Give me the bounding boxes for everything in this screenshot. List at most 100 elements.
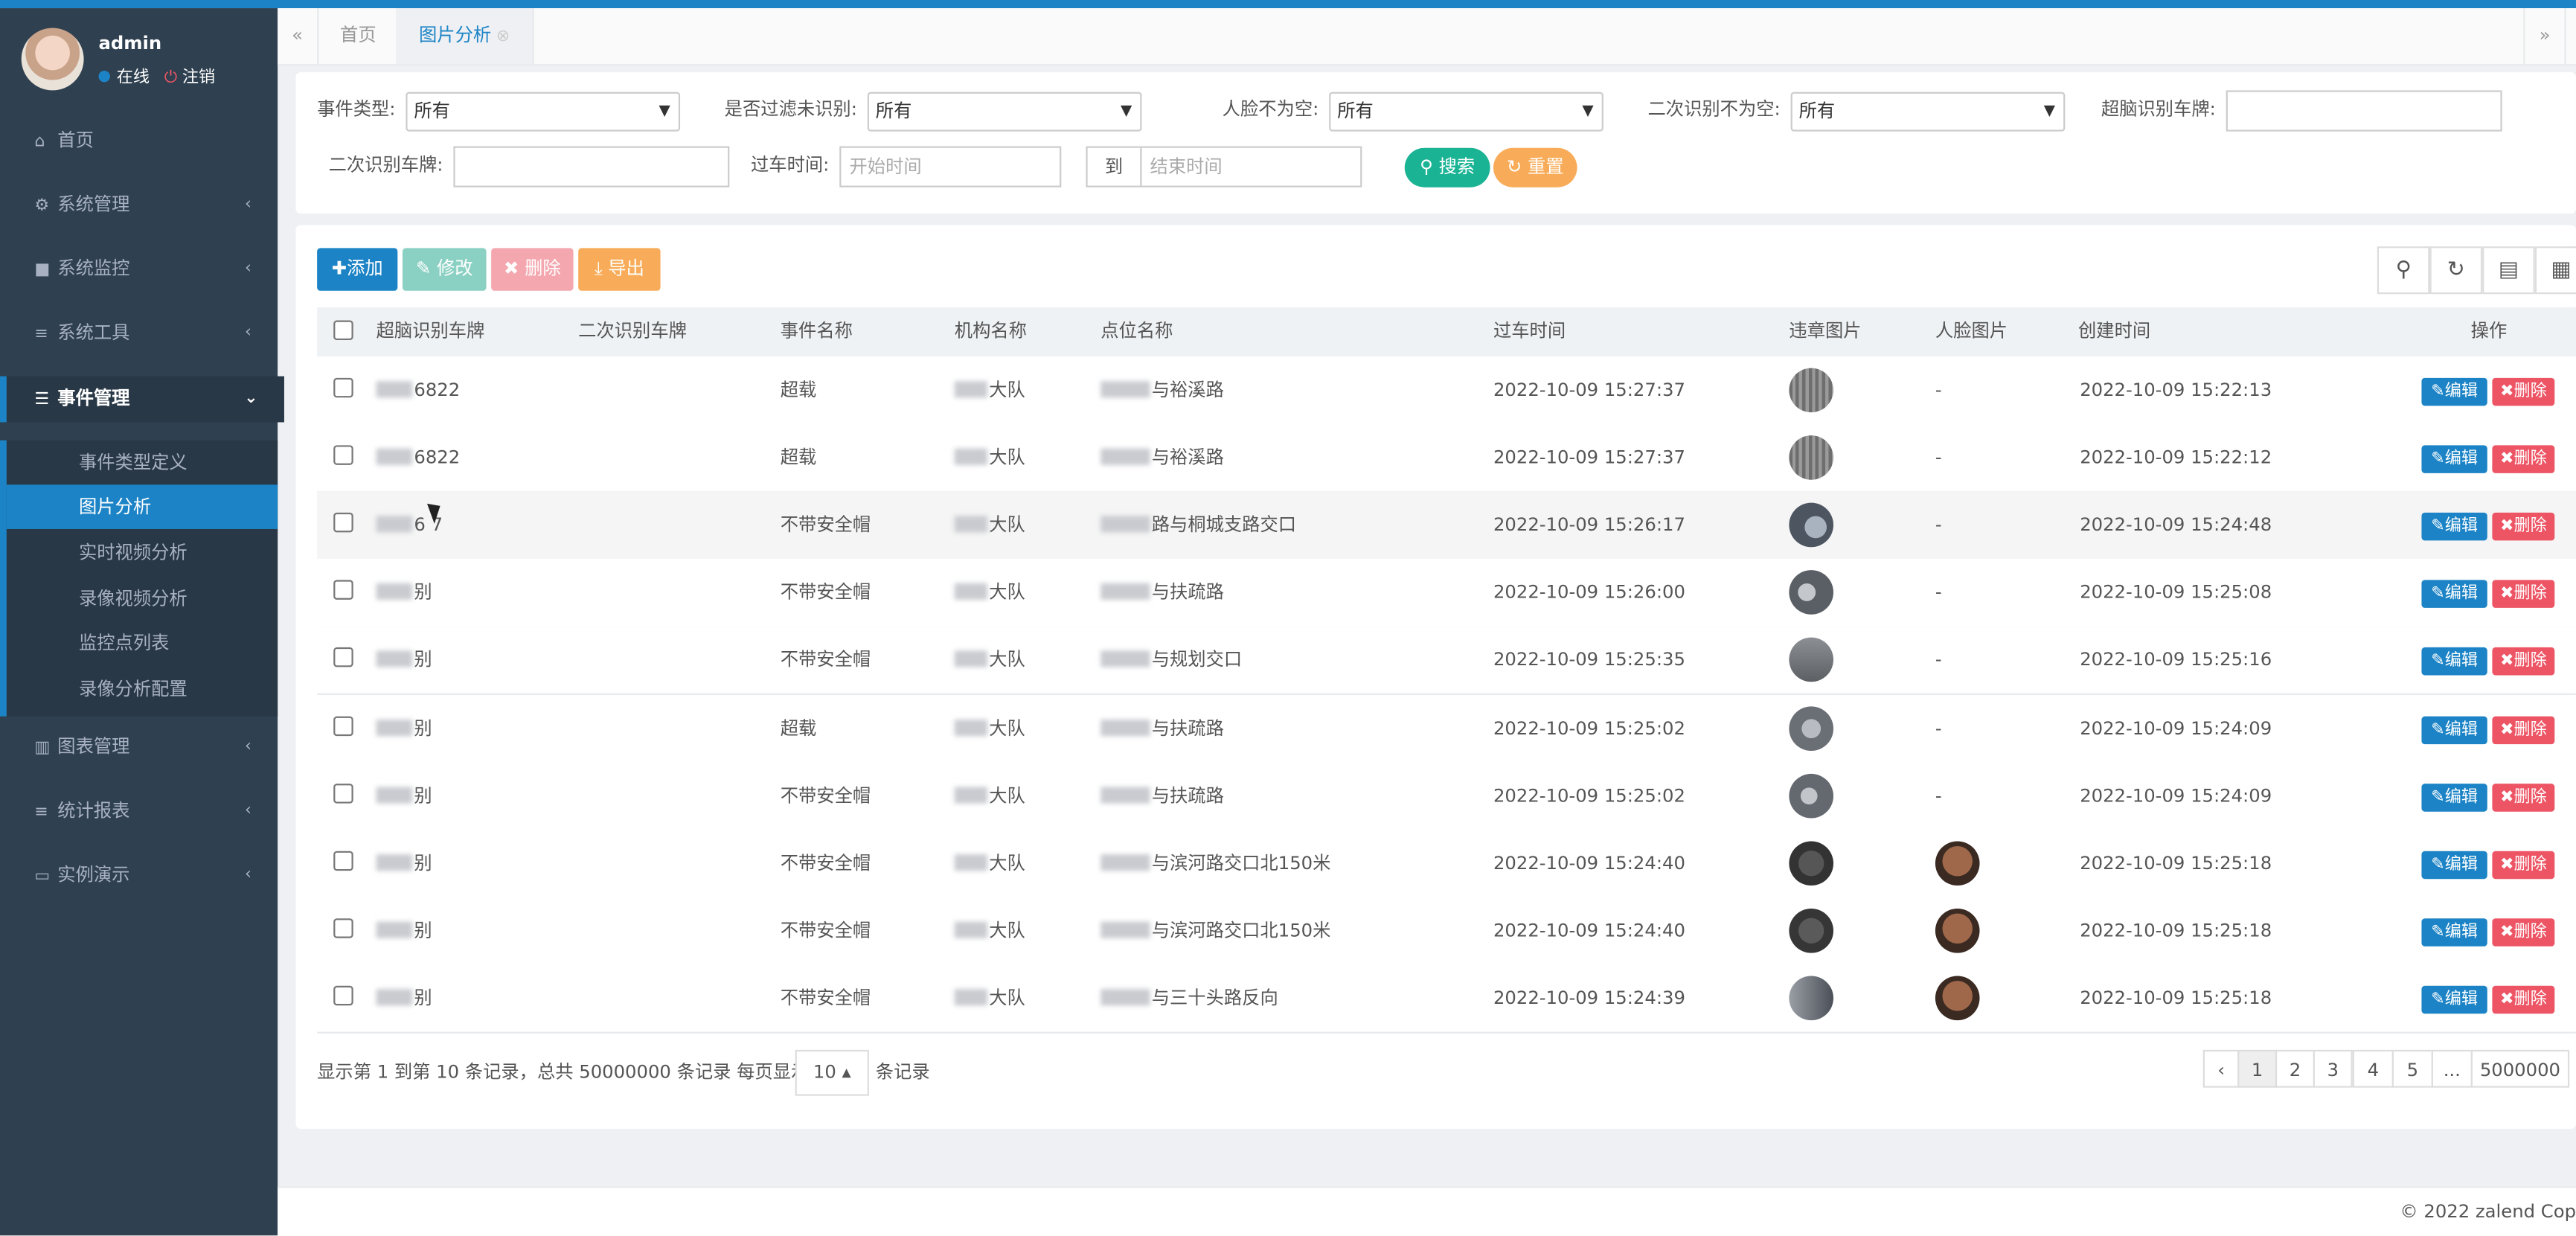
submenu-realtime-video[interactable]: 实时视频分析 [7,531,278,575]
table-row[interactable]: 6 7 不带安全帽 大队 路与桐城支路交口 2022-10-09 15:26:17-20… [317,491,2576,560]
export-button[interactable]: ⤓ 导出 [578,248,661,291]
row-edit-button[interactable]: ✎编辑 [2421,784,2487,812]
search-toggle-icon[interactable]: ⚲ [2377,246,2430,295]
row-delete-button[interactable]: ✖删除 [2492,647,2555,676]
nav-charts[interactable]: ▥ 图表管理 ‹ [0,725,278,771]
filter-unrecognized-select[interactable]: 所有 ▼ [867,92,1142,132]
col-event[interactable]: 事件名称 [781,307,853,356]
refresh-icon[interactable]: ↻ [2429,246,2483,295]
table-row[interactable]: 别 超载 大队 与扶疏路 2022-10-09 15:25:02 - 2022-10-09 … [317,694,2576,764]
row-checkbox[interactable] [333,918,353,938]
violation-thumbnail[interactable] [1789,706,1834,752]
violation-thumbnail[interactable] [1789,773,1834,819]
row-edit-button[interactable]: ✎编辑 [2421,918,2487,947]
col-location[interactable]: 点位名称 [1100,307,1173,356]
row-edit-button[interactable]: ✎编辑 [2421,647,2487,676]
col-violation-image[interactable]: 违章图片 [1789,307,1861,356]
row-delete-button[interactable]: ✖删除 [2492,580,2555,608]
violation-thumbnail[interactable] [1789,435,1834,480]
add-button[interactable]: ✚添加 [317,248,398,291]
page-button[interactable]: 5000000 [2470,1049,2570,1088]
violation-thumbnail[interactable] [1789,908,1834,953]
tab-image-analysis[interactable]: 图片分析 ⊗ [396,8,535,65]
card-view-icon[interactable]: ▤ [2482,246,2535,295]
logout-link[interactable]: 注销 [182,69,215,87]
columns-icon[interactable]: ▦ [2534,246,2576,295]
row-edit-button[interactable]: ✎编辑 [2421,445,2487,473]
start-time-input[interactable]: 开始时间 [839,146,1062,188]
table-row[interactable]: 别 不带安全帽 大队 与扶疏路 2022-10-09 15:26:00 - 2022-10-… [317,558,2576,628]
submenu-monitor-points[interactable]: 监控点列表 [7,621,278,666]
face-thumbnail[interactable] [1935,976,1980,1021]
row-delete-button[interactable]: ✖删除 [2492,851,2555,880]
table-row[interactable]: 别 不带安全帽 大队 与规划交口 2022-10-09 15:25:35 - 2022-10… [317,626,2576,695]
nav-system-tools[interactable]: ≡ 系统工具 ‹ [0,310,278,356]
col-second-plate[interactable]: 二次识别车牌 [578,307,687,356]
avatar[interactable] [21,28,84,91]
col-created-time[interactable]: 创建时间 [2078,307,2150,356]
nav-reports[interactable]: ≡ 统计报表 ‹ [0,789,278,835]
row-delete-button[interactable]: ✖删除 [2492,445,2555,473]
second-not-empty-select[interactable]: 所有 ▼ [1790,92,2066,132]
nav-system-admin[interactable]: ⚙ 系统管理 ‹ [0,182,278,228]
page-prev-button[interactable]: ‹ [2202,1049,2240,1088]
nav-event-management[interactable]: ☰ 事件管理 ⌄ [0,376,284,423]
logout-icon[interactable]: ⏻ [164,69,177,87]
edit-button[interactable]: ✎ 修改 [402,248,487,291]
event-type-select[interactable]: 所有 ▼ [406,92,681,132]
page-button[interactable]: 2 [2275,1049,2315,1088]
submenu-record-config[interactable]: 录像分析配置 [7,667,278,711]
delete-button[interactable]: ✖ 删除 [491,248,574,291]
search-button[interactable]: ⚲ 搜索 [1404,147,1490,188]
row-checkbox[interactable] [333,647,353,667]
row-edit-button[interactable]: ✎编辑 [2421,985,2487,1014]
violation-thumbnail[interactable] [1789,841,1834,886]
tabs-scroll-left-icon[interactable]: « [278,8,319,65]
row-delete-button[interactable]: ✖删除 [2492,985,2555,1014]
row-edit-button[interactable]: ✎编辑 [2421,377,2487,406]
violation-thumbnail[interactable] [1789,976,1834,1021]
plate-input[interactable] [2226,90,2502,132]
row-delete-button[interactable]: ✖删除 [2492,512,2555,541]
row-checkbox[interactable] [333,716,353,737]
row-checkbox[interactable] [333,445,353,465]
row-checkbox[interactable] [333,512,353,533]
nav-demos[interactable]: ▭ 实例演示 ‹ [0,853,278,899]
submenu-recorded-video[interactable]: 录像视频分析 [7,577,278,621]
col-face-image[interactable]: 人脸图片 [1935,307,2008,356]
row-checkbox[interactable] [333,377,353,398]
page-button[interactable]: 5 [2391,1049,2433,1088]
row-edit-button[interactable]: ✎编辑 [2421,512,2487,541]
reset-button[interactable]: ↻ 重置 [1493,147,1577,188]
violation-thumbnail[interactable] [1789,637,1834,682]
col-org[interactable]: 机构名称 [955,307,1027,356]
row-checkbox[interactable] [333,851,353,871]
row-checkbox[interactable] [333,985,353,1006]
tab-close-icon[interactable]: ⊗ [496,28,510,46]
row-checkbox[interactable] [333,784,353,804]
table-row[interactable]: 别 不带安全帽 大队 与三十头路反向 2022-10-09 15:24:39 2022-1… [317,964,2576,1034]
col-pass-time[interactable]: 过车时间 [1493,307,1566,356]
end-time-input[interactable]: 结束时间 [1140,146,1362,188]
col-plate[interactable]: 超脑识别车牌 [377,307,485,356]
row-delete-button[interactable]: ✖删除 [2492,918,2555,947]
nav-home[interactable]: ⌂ 首页 [0,118,278,164]
violation-thumbnail[interactable] [1789,570,1834,615]
face-not-empty-select[interactable]: 所有 ▼ [1329,92,1603,132]
page-button[interactable]: ... [2431,1049,2473,1088]
tabs-scroll-right-icon[interactable]: » [2523,8,2566,65]
row-checkbox[interactable] [333,580,353,600]
table-row[interactable]: 别 不带安全帽 大队 与滨河路交口北150米 2022-10-09 15:24:40 20… [317,829,2576,899]
select-all-checkbox[interactable] [333,320,353,341]
submenu-event-type[interactable]: 事件类型定义 [7,441,278,485]
nav-system-monitor[interactable]: ■ 系统监控 ‹ [0,246,278,292]
violation-thumbnail[interactable] [1789,368,1834,413]
table-row[interactable]: 6822 超载 大队 与裕溪路 2022-10-09 15:27:37 - 2022-10-… [317,356,2576,426]
row-delete-button[interactable]: ✖删除 [2492,716,2555,745]
table-row[interactable]: 6822 超载 大队 与裕溪路 2022-10-09 15:27:37 - 2022-10-… [317,423,2576,493]
violation-thumbnail[interactable] [1789,502,1834,548]
table-row[interactable]: 别 不带安全帽 大队 与滨河路交口北150米 2022-10-09 15:24:40 20… [317,897,2576,967]
page-button[interactable]: 4 [2352,1049,2394,1088]
row-edit-button[interactable]: ✎编辑 [2421,580,2487,608]
row-delete-button[interactable]: ✖删除 [2492,377,2555,406]
